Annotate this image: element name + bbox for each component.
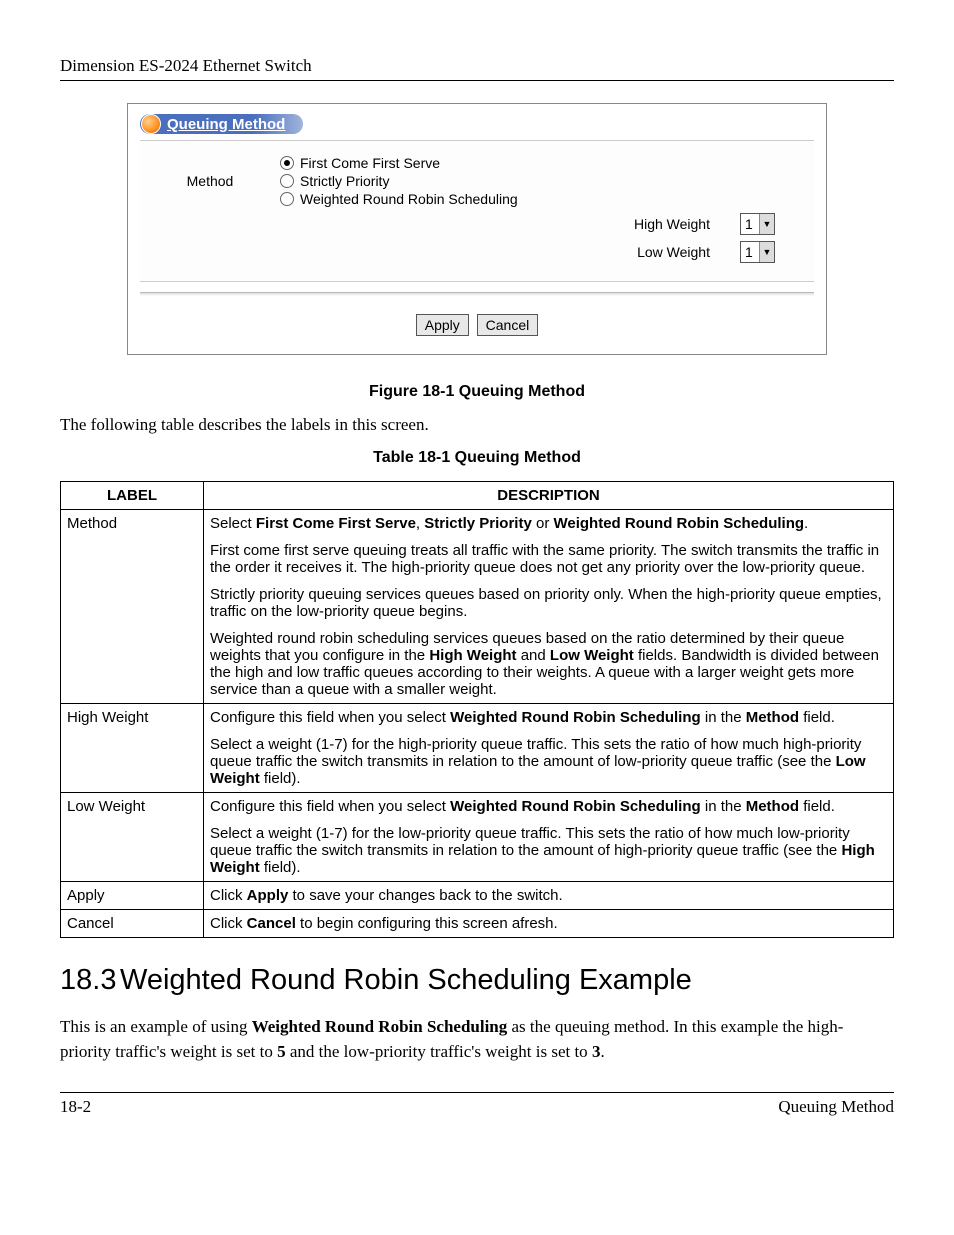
figure-caption: Figure 18-1 Queuing Method	[60, 383, 894, 401]
section-heading: 18.3Weighted Round Robin Scheduling Exam…	[60, 964, 894, 997]
radio-strict-label: Strictly Priority	[300, 173, 389, 189]
chevron-down-icon: ▼	[759, 242, 774, 262]
high-weight-value: 1	[741, 216, 759, 232]
orb-icon	[141, 114, 161, 134]
cell-label: Apply	[61, 882, 204, 910]
panel-title-text: Queuing Method	[167, 116, 285, 133]
low-weight-dropdown[interactable]: 1 ▼	[740, 241, 775, 263]
high-weight-dropdown[interactable]: 1 ▼	[740, 213, 775, 235]
row-low-weight: Low Weight Configure this field when you…	[61, 793, 894, 882]
th-label: LABEL	[61, 482, 204, 510]
section-title: Weighted Round Robin Scheduling Example	[120, 964, 692, 996]
doc-header: Dimension ES-2024 Ethernet Switch	[60, 56, 894, 81]
radio-icon	[280, 174, 294, 188]
radio-wrr-label: Weighted Round Robin Scheduling	[300, 191, 518, 207]
cell-desc: Click Cancel to begin configuring this s…	[204, 910, 894, 938]
section-number: 18.3	[60, 964, 120, 997]
footer-section: Queuing Method	[778, 1097, 894, 1117]
cancel-button[interactable]: Cancel	[477, 314, 539, 336]
queuing-method-screenshot: Queuing Method Method First Come First S…	[127, 103, 827, 355]
th-desc: DESCRIPTION	[204, 482, 894, 510]
radio-fcfs[interactable]: First Come First Serve	[280, 155, 814, 171]
low-weight-label: Low Weight	[280, 244, 740, 260]
apply-button[interactable]: Apply	[416, 314, 469, 336]
row-method: Method Select First Come First Serve, St…	[61, 510, 894, 704]
chevron-down-icon: ▼	[759, 214, 774, 234]
section-paragraph: This is an example of using Weighted Rou…	[60, 1015, 894, 1064]
panel-title-pill: Queuing Method	[140, 114, 303, 134]
table-caption: Table 18-1 Queuing Method	[60, 449, 894, 467]
row-cancel: Cancel Click Cancel to begin configuring…	[61, 910, 894, 938]
cell-desc: Configure this field when you select Wei…	[204, 793, 894, 882]
table-intro-sentence: The following table describes the labels…	[60, 415, 894, 435]
queuing-method-table: LABEL DESCRIPTION Method Select First Co…	[60, 481, 894, 938]
radio-fcfs-label: First Come First Serve	[300, 155, 440, 171]
panel-title-bar: Queuing Method	[140, 114, 814, 134]
cell-label: Method	[61, 510, 204, 704]
cell-label: Cancel	[61, 910, 204, 938]
radio-icon	[280, 156, 294, 170]
row-apply: Apply Click Apply to save your changes b…	[61, 882, 894, 910]
method-label: Method	[140, 155, 280, 189]
panel-body: Method First Come First Serve Strictly P…	[140, 140, 814, 282]
radio-wrr[interactable]: Weighted Round Robin Scheduling	[280, 191, 814, 207]
cell-desc: Click Apply to save your changes back to…	[204, 882, 894, 910]
hr-divider	[140, 292, 814, 296]
high-weight-label: High Weight	[280, 216, 740, 232]
cell-label: High Weight	[61, 704, 204, 793]
radio-strict[interactable]: Strictly Priority	[280, 173, 814, 189]
cell-desc: Configure this field when you select Wei…	[204, 704, 894, 793]
cell-label: Low Weight	[61, 793, 204, 882]
radio-icon	[280, 192, 294, 206]
cell-desc: Select First Come First Serve, Strictly …	[204, 510, 894, 704]
page-footer: 18-2 Queuing Method	[60, 1092, 894, 1117]
low-weight-value: 1	[741, 244, 759, 260]
row-high-weight: High Weight Configure this field when yo…	[61, 704, 894, 793]
footer-page-num: 18-2	[60, 1097, 91, 1117]
